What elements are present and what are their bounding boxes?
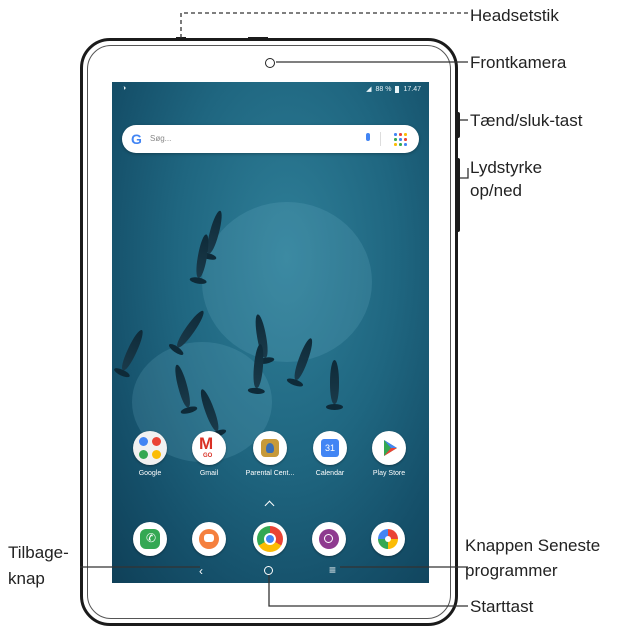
label-back-line1: Tilbage- bbox=[8, 543, 69, 562]
label-home-key: Starttast bbox=[470, 597, 534, 616]
label-recent-line2: programmer bbox=[465, 561, 558, 580]
label-volume-line2: op/ned bbox=[470, 181, 522, 200]
label-headset-jack: Headsetstik bbox=[470, 6, 559, 25]
label-recent-line1: Knappen Seneste bbox=[465, 536, 601, 555]
label-front-camera: Frontkamera bbox=[470, 53, 567, 72]
label-back-line2: knap bbox=[8, 569, 45, 588]
label-volume-line1: Lydstyrke bbox=[470, 158, 543, 177]
label-power-key: Tænd/sluk-tast bbox=[470, 111, 583, 130]
